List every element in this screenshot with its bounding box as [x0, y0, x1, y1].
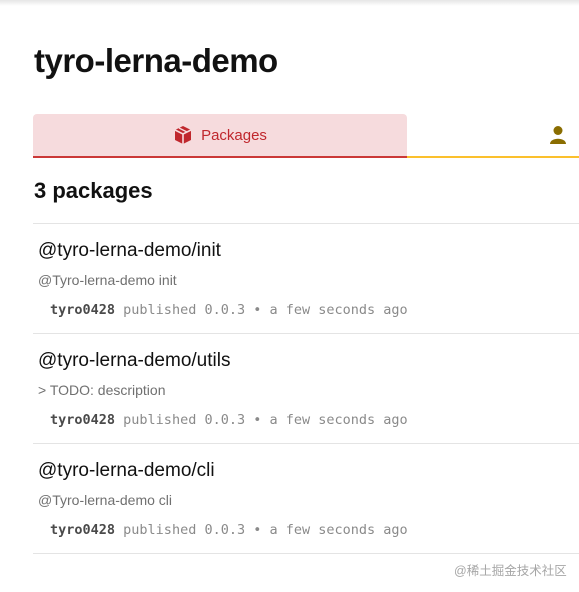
top-bar-shadow: [0, 0, 579, 6]
package-list: @tyro-lerna-demo/init @Tyro-lerna-demo i…: [33, 223, 579, 554]
tab-packages-label: Packages: [201, 126, 267, 144]
packages-count-heading: 3 packages: [34, 178, 153, 203]
package-meta: tyro0428 published 0.0.3 • a few seconds…: [50, 412, 408, 428]
package-name-link[interactable]: @tyro-lerna-demo/utils: [38, 350, 230, 372]
package-author-link[interactable]: tyro0428: [50, 412, 115, 428]
tab-bar: Packages: [33, 114, 579, 158]
package-item: @tyro-lerna-demo/cli @Tyro-lerna-demo cl…: [33, 444, 579, 554]
package-published-info: published 0.0.3 • a few seconds ago: [123, 302, 408, 318]
package-name-link[interactable]: @tyro-lerna-demo/cli: [38, 460, 215, 482]
package-description: @Tyro-lerna-demo init: [38, 272, 177, 288]
package-name-link[interactable]: @tyro-lerna-demo/init: [38, 240, 221, 262]
package-meta: tyro0428 published 0.0.3 • a few seconds…: [50, 522, 408, 538]
package-item: @tyro-lerna-demo/utils > TODO: descripti…: [33, 334, 579, 444]
package-description: @Tyro-lerna-demo cli: [38, 492, 173, 508]
package-icon: [174, 126, 192, 144]
person-icon: [550, 126, 566, 144]
package-description: > TODO: description: [38, 382, 166, 398]
watermark: @稀土掘金技术社区: [454, 564, 567, 578]
package-item: @tyro-lerna-demo/init @Tyro-lerna-demo i…: [33, 224, 579, 334]
package-author-link[interactable]: tyro0428: [50, 522, 115, 538]
page-title: tyro-lerna-demo: [34, 42, 278, 79]
package-meta: tyro0428 published 0.0.3 • a few seconds…: [50, 302, 408, 318]
tab-packages[interactable]: Packages: [33, 114, 407, 158]
package-published-info: published 0.0.3 • a few seconds ago: [123, 522, 408, 538]
tab-people[interactable]: [407, 114, 579, 158]
package-published-info: published 0.0.3 • a few seconds ago: [123, 412, 408, 428]
package-author-link[interactable]: tyro0428: [50, 302, 115, 318]
